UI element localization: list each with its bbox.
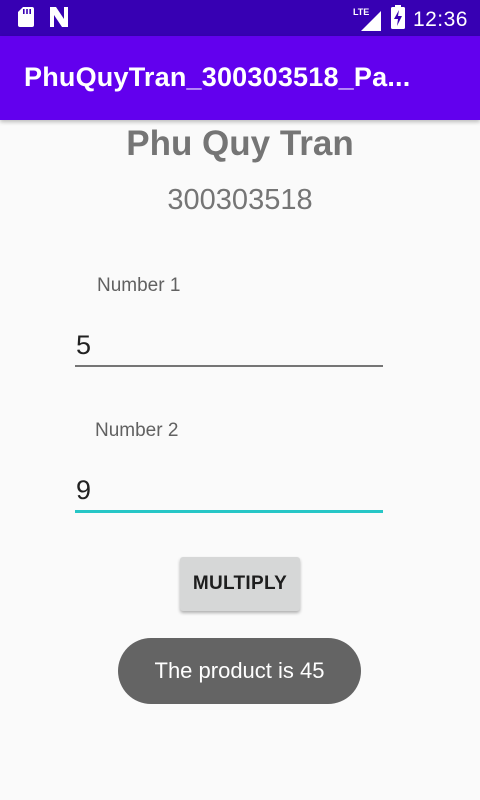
- toast-message: The product is 45: [118, 638, 361, 704]
- status-time: 12:36: [412, 7, 468, 31]
- notification-n-icon: [48, 7, 70, 32]
- number1-underline: [75, 365, 383, 367]
- number2-underline: [75, 510, 383, 513]
- sd-card-icon: [18, 7, 34, 32]
- student-name: Phu Quy Tran: [126, 124, 354, 163]
- app-bar: PhuQuyTran_300303518_Pa...: [0, 36, 480, 120]
- number2-input[interactable]: [75, 470, 384, 510]
- number2-label: Number 2: [95, 420, 179, 441]
- toast-text: The product is 45: [154, 658, 325, 683]
- app-title: PhuQuyTran_300303518_Pa...: [24, 62, 411, 92]
- number1-label: Number 1: [97, 275, 181, 296]
- multiply-button[interactable]: MULTIPLY: [180, 557, 300, 611]
- lte-signal-icon: LTE: [353, 7, 383, 33]
- number1-input[interactable]: [75, 325, 384, 365]
- status-bar-left: [18, 7, 70, 32]
- student-id: 300303518: [167, 184, 313, 216]
- status-bar-right: LTE 12:36: [353, 5, 468, 34]
- status-bar: LTE 12:36: [0, 0, 480, 36]
- battery-charging-icon: [390, 5, 405, 34]
